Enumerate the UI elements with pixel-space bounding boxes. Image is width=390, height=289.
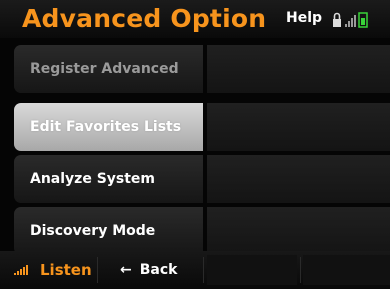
menu-row-edit-favorites: Edit Favorites Lists bbox=[14, 103, 390, 151]
empty-softkey[interactable] bbox=[303, 255, 390, 285]
menu-row-analyze-system: Analyze System bbox=[14, 155, 390, 203]
bottom-bar: Listen ← Back bbox=[0, 251, 390, 289]
battery-icon bbox=[358, 12, 368, 28]
signal-bars-icon bbox=[345, 15, 356, 27]
left-arrow-icon: ← bbox=[120, 262, 132, 278]
back-button[interactable]: ← Back bbox=[98, 251, 203, 289]
back-label: Back bbox=[139, 262, 178, 278]
header-bar: Advanced Option Help bbox=[0, 0, 390, 38]
edit-favorites-lists-button[interactable]: Edit Favorites Lists bbox=[14, 103, 203, 151]
menu-row-fill bbox=[207, 207, 390, 255]
screen: Advanced Option Help Register Advanced E… bbox=[0, 0, 390, 289]
listen-button[interactable]: Listen bbox=[0, 251, 98, 289]
empty-softkey[interactable] bbox=[207, 255, 297, 285]
discovery-mode-button[interactable]: Discovery Mode bbox=[14, 207, 203, 255]
signal-bars-icon bbox=[14, 265, 28, 275]
menu-row-fill bbox=[207, 103, 390, 151]
divider bbox=[300, 257, 301, 283]
listen-label: Listen bbox=[40, 261, 92, 279]
page-title: Advanced Option bbox=[22, 4, 267, 33]
register-advanced-button[interactable]: Register Advanced bbox=[14, 45, 203, 93]
analyze-system-button[interactable]: Analyze System bbox=[14, 155, 203, 203]
lock-icon bbox=[333, 12, 341, 27]
divider bbox=[203, 257, 204, 283]
status-icons bbox=[333, 12, 368, 28]
menu-row-discovery-mode: Discovery Mode bbox=[14, 207, 390, 255]
help-button[interactable]: Help bbox=[286, 10, 322, 26]
menu-row-fill bbox=[207, 45, 390, 93]
menu-row-register-advanced: Register Advanced bbox=[14, 45, 390, 93]
menu-row-fill bbox=[207, 155, 390, 203]
